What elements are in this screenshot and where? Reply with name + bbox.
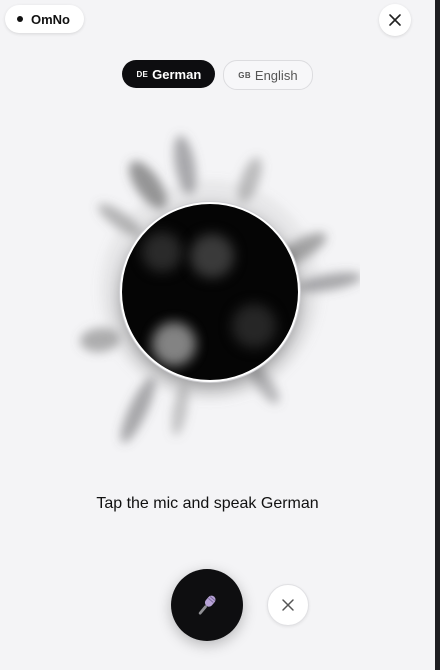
audio-visualizer	[60, 110, 360, 470]
language-tab-german[interactable]: DE German	[122, 60, 216, 88]
language-selector: DE German GB English	[0, 60, 435, 90]
flag-de-icon: DE	[136, 69, 149, 79]
microphone-icon	[198, 595, 216, 615]
orb-glow	[190, 234, 234, 278]
voice-input-screen: OmNo DE German GB English Tap the mic an…	[0, 0, 440, 670]
orb-glow	[232, 304, 276, 348]
orb-glow	[152, 322, 196, 366]
instruction-text: Tap the mic and speak German	[96, 495, 319, 512]
brand-name: OmNo	[31, 11, 70, 27]
close-button[interactable]	[379, 4, 411, 36]
status-dot	[17, 16, 23, 22]
close-icon	[389, 14, 401, 26]
cancel-recording-button[interactable]	[267, 584, 309, 626]
mic-button[interactable]	[171, 569, 243, 641]
orb-glow	[142, 232, 182, 272]
language-label: German	[152, 66, 202, 82]
voice-orb	[120, 202, 300, 382]
window-edge	[435, 0, 440, 670]
close-icon	[282, 599, 294, 611]
language-tab-english[interactable]: GB English	[223, 60, 313, 90]
brand-badge: OmNo	[5, 5, 84, 33]
language-label: English	[254, 67, 298, 83]
flag-gb-icon: GB	[238, 70, 251, 80]
